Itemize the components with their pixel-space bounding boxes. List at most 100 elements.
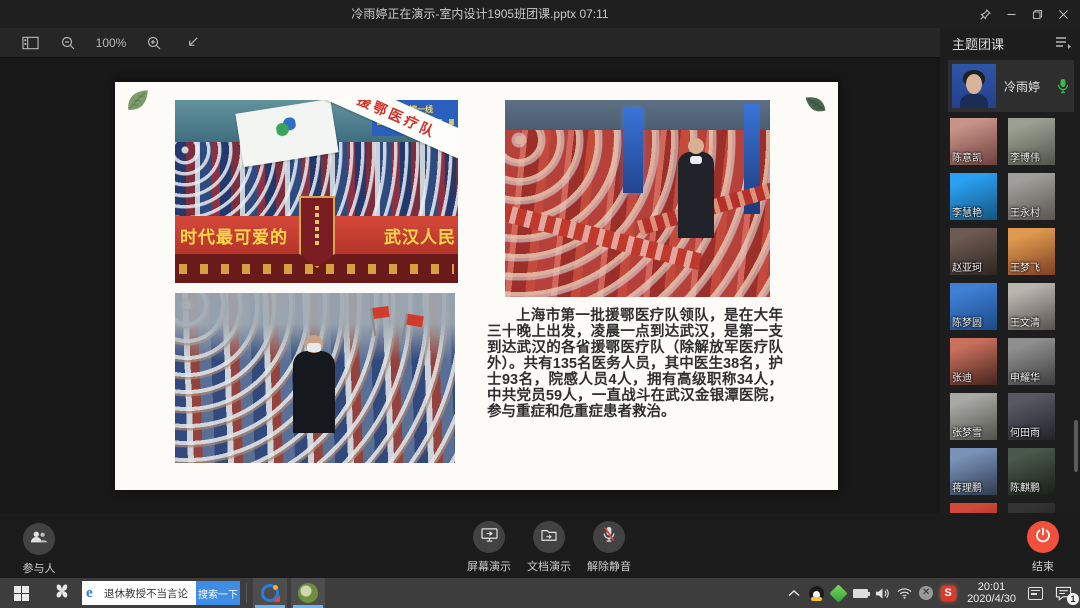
- zoom-out-icon[interactable]: [56, 31, 80, 55]
- participant-tile[interactable]: 申耀华: [1008, 338, 1055, 385]
- fit-screen-icon[interactable]: [180, 31, 204, 55]
- participant-tile[interactable]: 何田雨: [1008, 393, 1055, 440]
- taskbar-clock[interactable]: 20:01 2020/4/30: [959, 581, 1024, 606]
- participant-name: 王文清: [1010, 314, 1040, 329]
- slide-body-text: 上海市第一批援鄂医疗队领队，是在大年三十晚上出发，凌晨一点到达武汉，是第一支到达…: [487, 308, 783, 420]
- presenter-name: 冷雨婷: [1004, 78, 1057, 95]
- participant-tile[interactable]: 陈麒鹏: [1008, 448, 1055, 495]
- speaker-icon[interactable]: [871, 578, 893, 608]
- zoom-in-icon[interactable]: [142, 31, 166, 55]
- restore-button[interactable]: [1026, 3, 1048, 25]
- participant-tile[interactable]: 王永村: [1008, 173, 1055, 220]
- pin-icon[interactable]: [974, 3, 996, 25]
- presenter-card[interactable]: 冷雨婷: [948, 60, 1074, 112]
- participants-button[interactable]: 参与人: [16, 523, 62, 576]
- participant-tile[interactable]: 蒋理鹏: [950, 448, 997, 495]
- presenter-avatar: [952, 64, 996, 108]
- title-bar: 冷雨婷正在演示-室内设计1905班团课.pptx 07:11: [0, 0, 1080, 28]
- minimize-button[interactable]: [1000, 3, 1022, 25]
- participant-name: 何田雨: [1010, 424, 1040, 439]
- photo-pennant: [299, 196, 335, 268]
- participants-sidebar: 主题团课 冷雨婷 陈意凯 李博伟李慧艳 王永村赵亚珂 王梦飞陈梦圆王文清张迪 申耀华张梦…: [940, 28, 1080, 513]
- leaf-decoration-right: [800, 90, 831, 124]
- pinwheel-app-button[interactable]: [42, 578, 82, 608]
- ie-browser-icon: e: [86, 586, 101, 601]
- participant-name: 赵亚珂: [952, 259, 982, 274]
- pinwheel-icon: [53, 582, 71, 605]
- participant-name: 李博伟: [1010, 149, 1040, 164]
- muted-microphone-icon: [602, 526, 616, 548]
- meeting-topic-title: 主题团课: [952, 34, 1004, 53]
- participant-tile[interactable]: 张迪: [950, 338, 997, 385]
- participant-name: 蒋理鹏: [952, 479, 982, 494]
- participant-tile[interactable]: [950, 503, 997, 513]
- slide: 在疫情防控一线 援鄂医疗队 时代最可爱的 武汉人民: [115, 82, 838, 490]
- zoom-level: 100%: [94, 36, 128, 50]
- end-meeting-button[interactable]: 结束: [1018, 521, 1068, 574]
- taskbar-app-q-browser[interactable]: [253, 578, 287, 608]
- close-button[interactable]: [1052, 3, 1074, 25]
- screen-share-icon: [481, 527, 498, 547]
- meeting-window: 冷雨婷正在演示-室内设计1905班团课.pptx 07:11 100%: [0, 0, 1080, 608]
- sidebar-scrollbar[interactable]: [1074, 420, 1078, 472]
- participant-name: 王永村: [1010, 204, 1040, 219]
- participant-tile[interactable]: 王文清: [1008, 283, 1055, 330]
- system-tray: ✕ S 20:01 2020/4/30 1: [783, 578, 1080, 608]
- taskbar-app-meeting[interactable]: [291, 578, 325, 608]
- participant-tile[interactable]: 李博伟: [1008, 118, 1055, 165]
- ime-indicator-icon[interactable]: [1024, 578, 1046, 608]
- participant-name: 张迪: [952, 369, 972, 384]
- sync-disabled-icon[interactable]: ✕: [915, 578, 937, 608]
- photo-medical-team-sendoff: 在疫情防控一线 援鄂医疗队 时代最可爱的 武汉人民: [175, 100, 458, 283]
- windows-taskbar: e 退休教授不当言论 搜索一下 ✕ S 20:: [0, 578, 1080, 608]
- search-go-button[interactable]: 搜索一下: [196, 581, 240, 605]
- green-app-icon: [298, 583, 318, 603]
- participant-tile[interactable]: 陈意凯: [950, 118, 997, 165]
- battery-icon[interactable]: [849, 578, 871, 608]
- participant-tile[interactable]: 李慧艳: [950, 173, 997, 220]
- leaf-decoration-left: [123, 86, 153, 119]
- thumbnail-panel-icon[interactable]: [18, 31, 42, 55]
- photo-figure: [293, 351, 335, 433]
- photo-masked-crowd: [175, 293, 455, 463]
- clock-time: 20:01: [967, 581, 1016, 594]
- doc-share-button[interactable]: 文档演示: [522, 521, 576, 574]
- q-app-icon: [261, 584, 279, 602]
- doc-share-icon: [541, 528, 557, 547]
- start-button[interactable]: [0, 578, 42, 608]
- action-center-button[interactable]: 1: [1046, 578, 1080, 608]
- presentation-toolbar: 100%: [0, 28, 940, 58]
- green-diamond-tray-icon[interactable]: [827, 578, 849, 608]
- participant-name: 陈麒鹏: [1010, 479, 1040, 494]
- participants-icon: [30, 530, 48, 549]
- participant-tile[interactable]: 王梦飞: [1008, 228, 1055, 275]
- participant-name: 王梦飞: [1010, 259, 1040, 274]
- participant-name: 陈意凯: [952, 149, 982, 164]
- tray-expand-chevron-icon[interactable]: [783, 578, 805, 608]
- taskbar-search-input[interactable]: e 退休教授不当言论: [82, 581, 196, 605]
- participant-tile[interactable]: [1008, 503, 1055, 513]
- windows-logo-icon: [14, 586, 29, 601]
- meeting-control-bar: 参与人 屏幕演示 文档演示: [0, 513, 1080, 578]
- qq-tray-icon[interactable]: [805, 578, 827, 608]
- participant-tile[interactable]: 赵亚珂: [950, 228, 997, 275]
- presentation-area: 在疫情防控一线 援鄂医疗队 时代最可爱的 武汉人民: [0, 58, 940, 513]
- screen-share-button[interactable]: 屏幕演示: [462, 521, 516, 574]
- photo-blue-sign: [623, 108, 643, 193]
- participant-tile[interactable]: 陈梦圆: [950, 283, 997, 330]
- participant-name: 申耀华: [1010, 369, 1040, 384]
- photo-figure: [678, 152, 714, 238]
- search-query-text: 退休教授不当言论: [104, 586, 188, 601]
- sidebar-header: 主题团课: [940, 28, 1080, 58]
- photo-small-red-flag: [372, 306, 389, 319]
- participant-name: 张梦雪: [952, 424, 982, 439]
- window-controls: [974, 0, 1074, 28]
- sidebar-menu-icon[interactable]: [1054, 35, 1072, 51]
- sogou-input-icon[interactable]: S: [937, 578, 959, 608]
- unmute-button[interactable]: 解除静音: [582, 521, 636, 574]
- taskbar-separator: [246, 583, 247, 603]
- network-wifi-icon[interactable]: [893, 578, 915, 608]
- participant-name: 李慧艳: [952, 204, 982, 219]
- participant-tile[interactable]: 张梦雪: [950, 393, 997, 440]
- clock-date: 2020/4/30: [967, 593, 1016, 606]
